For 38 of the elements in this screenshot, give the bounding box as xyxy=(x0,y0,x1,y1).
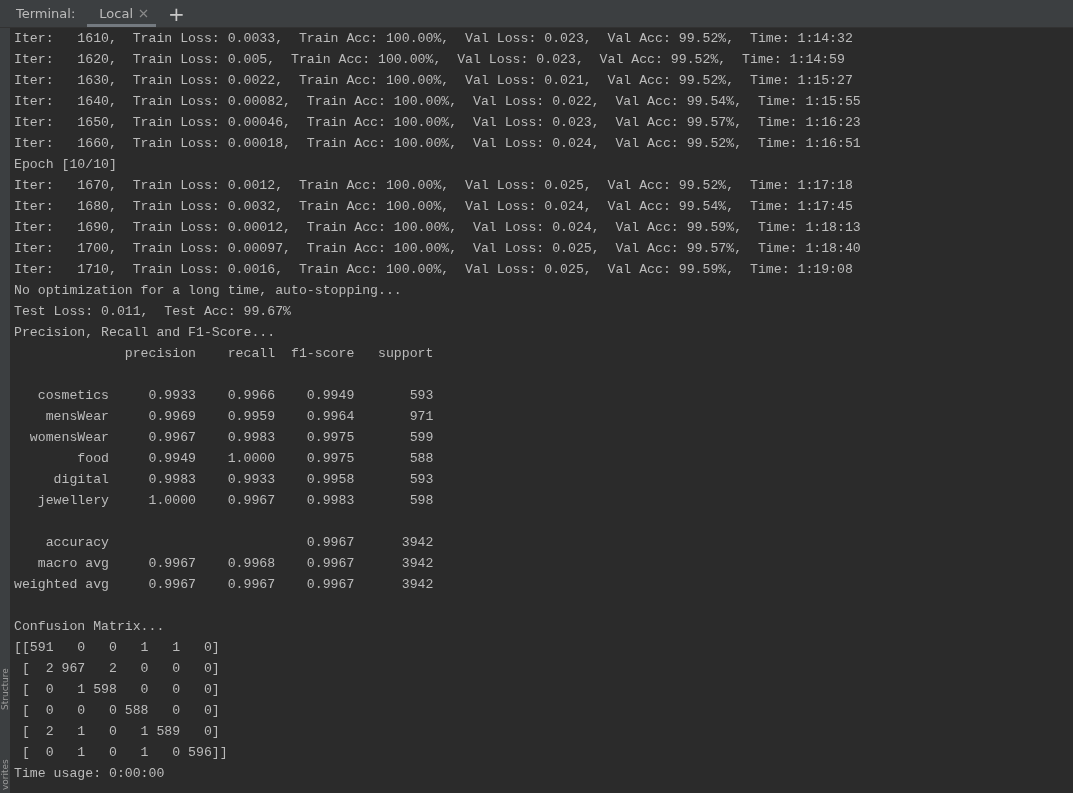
terminal-line: Time usage: 0:00:00 xyxy=(14,765,165,783)
side-panel-tab[interactable]: vorites xyxy=(0,759,10,790)
terminal-line: Iter: 1700, Train Loss: 0.00097, Train Acc: 100.00%, Val Loss: 0.025, Val Acc: 99.57%, Time: 1:18:40 xyxy=(14,240,861,258)
terminal-line: Iter: 1610, Train Loss: 0.0033, Train Acc: 100.00%, Val Loss: 0.023, Val Acc: 99.52%, Time: 1:14:32 xyxy=(14,30,853,48)
terminal-line: Iter: 1660, Train Loss: 0.00018, Train Acc: 100.00%, Val Loss: 0.024, Val Acc: 99.52%, Time: 1:16:51 xyxy=(14,135,861,153)
terminal-line: jewellery 1.0000 0.9967 0.9983 598 xyxy=(36,492,434,510)
terminal-line: Iter: 1680, Train Loss: 0.0032, Train Acc: 100.00%, Val Loss: 0.024, Val Acc: 99.54%, Time: 1:17:45 xyxy=(14,198,853,216)
new-tab-button[interactable]: + xyxy=(164,3,189,24)
terminal-line: Test Loss: 0.011, Test Acc: 99.67% xyxy=(14,303,291,321)
terminal-line: [ 2 1 0 1 589 0] xyxy=(20,723,220,741)
terminal-line: [ 0 1 0 1 0 596]] xyxy=(20,744,228,762)
terminal-line: Confusion Matrix... xyxy=(14,618,165,636)
terminal-line: macro avg 0.9967 0.9968 0.9967 3942 xyxy=(36,555,434,573)
tool-window-title: Terminal: xyxy=(15,5,77,23)
terminal-line: [ 2 967 2 0 0 0] xyxy=(20,660,220,678)
terminal-line: [ 0 1 598 0 0 0] xyxy=(20,681,220,699)
terminal-line: precision recall f1-score support xyxy=(123,345,434,363)
terminal-line: [[591 0 0 1 1 0] xyxy=(14,639,220,657)
terminal-line: mensWear 0.9969 0.9959 0.9964 971 xyxy=(44,408,434,426)
terminal-line: food 0.9949 1.0000 0.9975 588 xyxy=(76,450,434,468)
side-panel-tab[interactable]: Structure xyxy=(0,668,10,710)
terminal-line: accuracy 0.9967 3942 xyxy=(44,534,434,552)
terminal-line: Iter: 1710, Train Loss: 0.0016, Train Acc: 100.00%, Val Loss: 0.025, Val Acc: 99.59%, Time: 1:19:08 xyxy=(14,261,853,279)
terminal-line: No optimization for a long time, auto-stopping... xyxy=(14,282,402,300)
terminal-line: Iter: 1620, Train Loss: 0.005, Train Acc: 100.00%, Val Loss: 0.023, Val Acc: 99.52%, Time: 1:14:59 xyxy=(14,51,845,69)
terminal-line: Iter: 1630, Train Loss: 0.0022, Train Acc: 100.00%, Val Loss: 0.021, Val Acc: 99.52%, Time: 1:15:27 xyxy=(14,72,853,90)
terminal-line: cosmetics 0.9933 0.9966 0.9949 593 xyxy=(36,387,434,405)
terminal-line: womensWear 0.9967 0.9983 0.9975 599 xyxy=(28,429,434,447)
terminal-line: Epoch [10/10] xyxy=(14,156,117,174)
terminal-line: Iter: 1690, Train Loss: 0.00012, Train Acc: 100.00%, Val Loss: 0.024, Val Acc: 99.59%, Time: 1:18:13 xyxy=(14,219,861,237)
terminal-line: Precision, Recall and F1-Score... xyxy=(14,324,276,342)
terminal-line: [ 0 0 0 588 0 0] xyxy=(20,702,220,720)
terminal-line: weighted avg 0.9967 0.9967 0.9967 3942 xyxy=(14,576,434,594)
terminal-line: Iter: 1670, Train Loss: 0.0012, Train Acc: 100.00%, Val Loss: 0.025, Val Acc: 99.52%, Time: 1:17:18 xyxy=(14,177,853,195)
terminal-line: Iter: 1650, Train Loss: 0.00046, Train Acc: 100.00%, Val Loss: 0.023, Val Acc: 99.57%, Time: 1:16:23 xyxy=(14,114,861,132)
close-icon[interactable] xyxy=(139,9,149,18)
terminal-line: digital 0.9983 0.9933 0.9958 593 xyxy=(52,471,434,489)
terminal-line: Iter: 1640, Train Loss: 0.00082, Train Acc: 100.00%, Val Loss: 0.022, Val Acc: 99.54%, Time: 1:15:55 xyxy=(14,93,861,111)
